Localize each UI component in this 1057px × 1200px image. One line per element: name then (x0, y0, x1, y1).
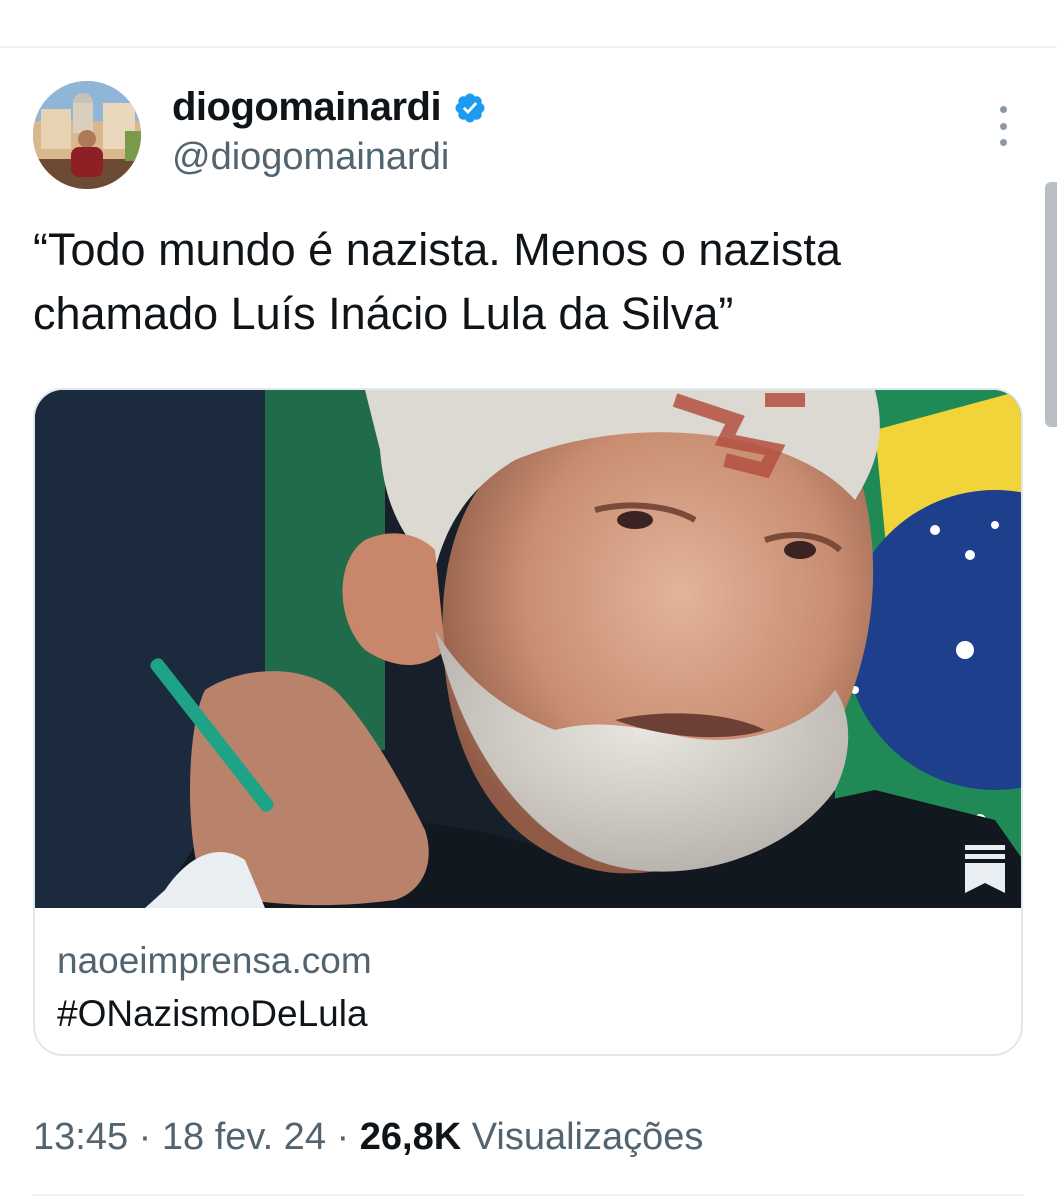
card-image[interactable] (35, 390, 1021, 908)
avatar[interactable] (33, 81, 141, 189)
card-footer[interactable]: naoeimprensa.com #ONazismoDeLula (35, 908, 1021, 1054)
bottom-divider (33, 1194, 1023, 1196)
link-card[interactable]: naoeimprensa.com #ONazismoDeLula (33, 388, 1023, 1056)
bookmark-icon[interactable] (965, 845, 1005, 893)
author-handle[interactable]: @diogomainardi (172, 136, 449, 179)
views-count: 26,8K (359, 1116, 462, 1158)
more-vertical-icon-dot (999, 139, 1007, 146)
verified-badge-icon (455, 92, 485, 123)
avatar-image (33, 81, 141, 189)
card-title[interactable]: #ONazismoDeLula (57, 993, 368, 1035)
meta-separator: · (325, 1116, 360, 1158)
views-label: Visualizações (471, 1116, 704, 1158)
tweet[interactable]: diogomainardi @diogomainardi “Todo mundo… (0, 48, 1057, 1200)
tweet-meta: 13:45 · 18 fev. 24 · 26,8K Visualizações (33, 1116, 703, 1159)
more-options-button[interactable] (990, 106, 1016, 146)
tweet-time[interactable]: 13:45 (33, 1116, 128, 1158)
tweet-date[interactable]: 18 fev. 24 (162, 1116, 326, 1158)
more-vertical-icon-dot (999, 122, 1007, 130)
author-display-name[interactable]: diogomainardi (172, 85, 442, 130)
more-vertical-icon-dot (999, 106, 1007, 113)
tweet-text: “Todo mundo é nazista. Menos o nazista c… (33, 224, 841, 339)
meta-separator: · (128, 1116, 162, 1158)
card-domain: naoeimprensa.com (57, 940, 372, 981)
author-name[interactable]: diogomainardi (172, 85, 487, 130)
